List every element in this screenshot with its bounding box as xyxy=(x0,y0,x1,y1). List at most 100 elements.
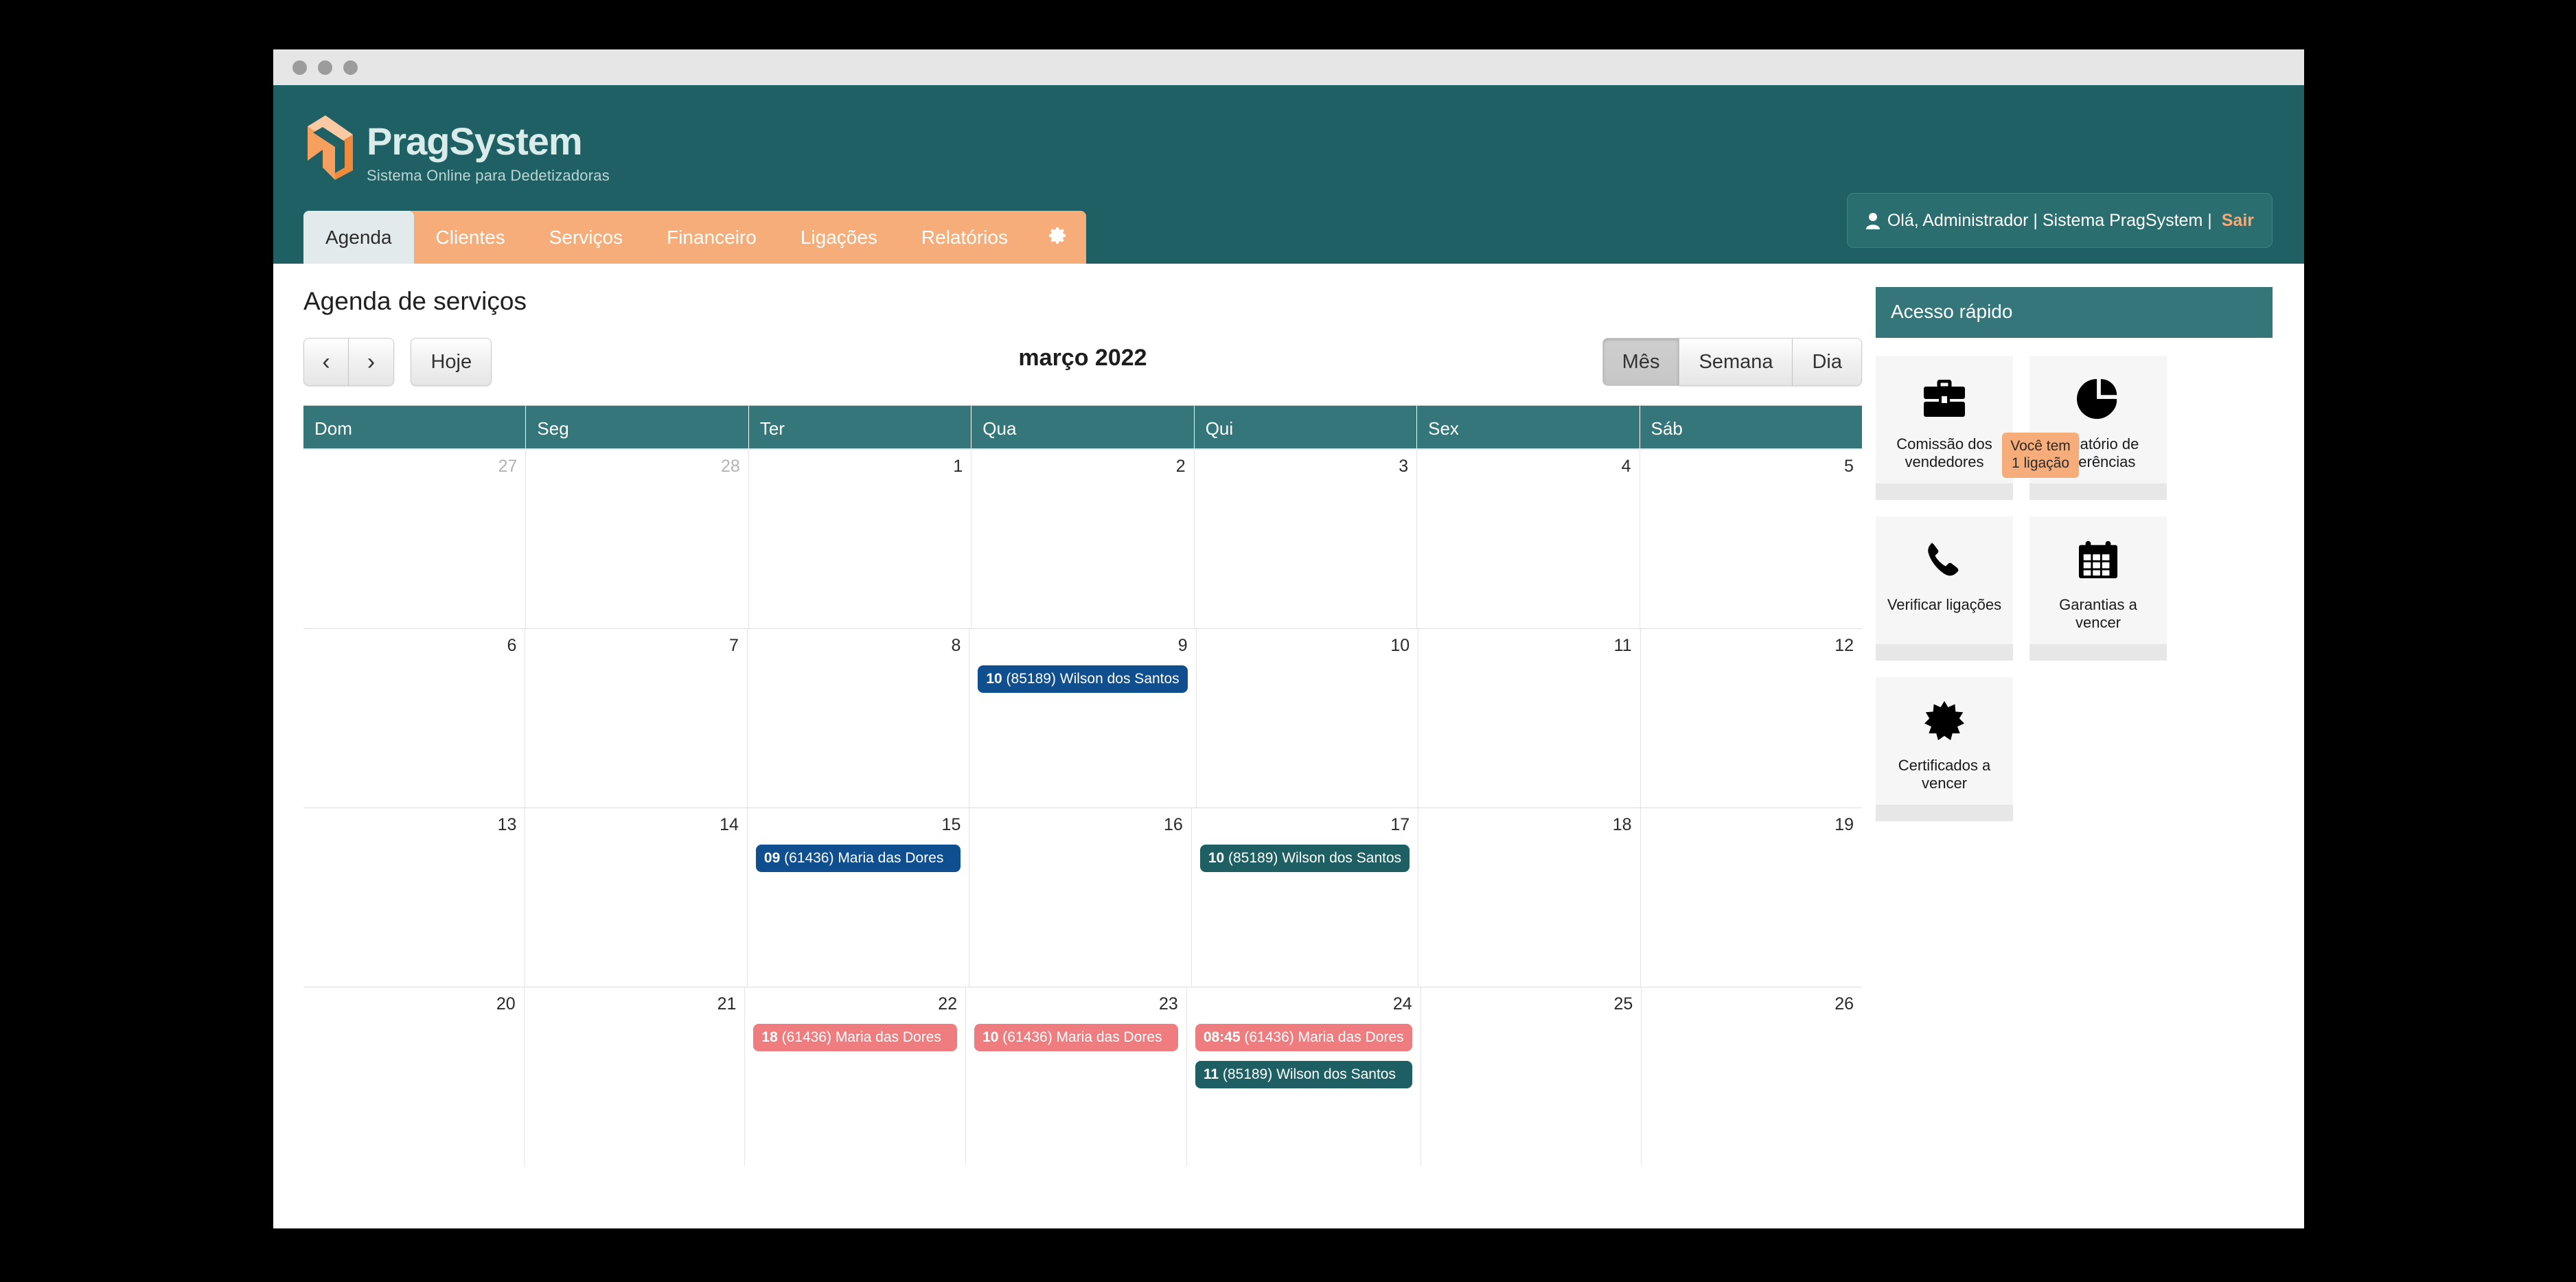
view-week-button[interactable]: Semana xyxy=(1679,338,1793,386)
calendar-day-number: 20 xyxy=(496,994,516,1014)
view-day-button[interactable]: Dia xyxy=(1793,338,1862,386)
today-button[interactable]: Hoje xyxy=(411,338,492,386)
calendar-event-label: (85189) Wilson dos Santos xyxy=(1224,850,1402,866)
weekday-sab: Sáb xyxy=(1639,406,1862,448)
calendar-day-cell[interactable]: 18 xyxy=(1418,808,1640,987)
calendar-day-cell[interactable]: 9 10 (85189) Wilson dos Santos xyxy=(969,629,1195,808)
calendar-day-cell[interactable]: 22 18 (61436) Maria das Dores xyxy=(744,987,965,1166)
quick-access-tile[interactable]: Verificar ligações xyxy=(1876,516,2013,661)
calendar-day-number: 6 xyxy=(507,636,517,655)
window-minimize-button[interactable] xyxy=(318,60,332,75)
next-month-button[interactable]: › xyxy=(349,338,394,386)
calendar-day-number: 22 xyxy=(938,994,958,1014)
calendar-day-cell[interactable]: 1 xyxy=(748,450,971,628)
calendar-event[interactable]: 10 (85189) Wilson dos Santos xyxy=(1199,845,1410,873)
calendar-day-cell[interactable]: 21 xyxy=(523,987,745,1166)
window-maximize-button[interactable] xyxy=(343,60,358,75)
calendar-event[interactable]: 10 (85189) Wilson dos Santos xyxy=(978,665,1188,694)
quick-access-tile[interactable]: Comissão dos vendedores xyxy=(1876,356,2013,500)
gear-icon xyxy=(1049,227,1067,248)
calendar-week-row: 27 28 1 2 3 4 5 xyxy=(303,448,1862,628)
calendar-day-cell[interactable]: 4 xyxy=(1416,450,1639,628)
browser-titlebar xyxy=(273,49,2304,85)
calendar-day-number: 4 xyxy=(1621,457,1631,476)
calendar-day-cell[interactable]: 27 xyxy=(303,450,525,628)
calendar-day-number: 14 xyxy=(720,815,739,834)
calendar-day-number: 11 xyxy=(1613,636,1632,655)
calendar-day-number: 1 xyxy=(953,457,963,476)
main-nav: Agenda Clientes Serviços Financeiro Liga… xyxy=(303,211,1086,264)
calendar-day-cell[interactable]: 16 xyxy=(969,808,1191,987)
calendar-day-cell[interactable]: 7 xyxy=(525,629,746,808)
calendar-day-cell[interactable]: 11 xyxy=(1418,629,1640,808)
quick-access-tile-label: Garantias a vencer xyxy=(2059,595,2137,631)
nav-item-servicos[interactable]: Serviços xyxy=(527,211,645,264)
calendar-day-cell[interactable]: 2 xyxy=(971,450,1193,628)
calendar-day-number: 25 xyxy=(1613,994,1633,1014)
quick-access-tile[interactable]: Relatório de referências xyxy=(2029,356,2167,500)
calendar-day-cell[interactable]: 19 xyxy=(1640,808,1862,987)
nav-label: Clientes xyxy=(435,226,505,248)
calendar-nav-group: ‹ › xyxy=(303,338,394,386)
calendar-day-cell[interactable]: 26 xyxy=(1641,987,1862,1166)
calendar-event[interactable]: 11 (85189) Wilson dos Santos xyxy=(1195,1061,1412,1089)
calendar-event-time: 10 xyxy=(1208,850,1225,866)
nav-label: Agenda xyxy=(325,226,392,248)
nav-item-ligacoes[interactable]: Ligações xyxy=(779,211,899,264)
nav-item-relatorios[interactable]: Relatórios xyxy=(899,211,1030,264)
quick-access-tile[interactable]: Certificados a vencer xyxy=(1876,676,2013,821)
agenda-panel: Agenda de serviços ‹ › Hoje março 2022 M… xyxy=(303,287,1862,1166)
calendar-day-cell[interactable]: 6 xyxy=(303,629,525,808)
prev-month-button[interactable]: ‹ xyxy=(303,338,349,386)
logout-link[interactable]: Sair xyxy=(2222,211,2254,231)
calendar-day-cell[interactable]: 24 08:45 (61436) Maria das Dores 11 (85189… xyxy=(1186,987,1421,1166)
calendar-day-cell[interactable]: 15 09 (61436) Maria das Dores xyxy=(746,808,969,987)
window-close-button[interactable] xyxy=(292,60,307,75)
calendar-weeks: 27 28 1 2 3 4 5 6 7 8 9 10 (85189) Wilson dos Santo… xyxy=(303,448,1862,1166)
calendar-day-cell[interactable]: 8 xyxy=(746,629,969,808)
calendar-day-number: 7 xyxy=(729,636,739,655)
quick-access-grid: Comissão dos vendedores Relatório de refe… xyxy=(1876,356,2273,821)
calendar-event-label: (85189) Wilson dos Santos xyxy=(1219,1066,1396,1083)
calendar-day-cell[interactable]: 17 10 (85189) Wilson dos Santos xyxy=(1191,808,1418,987)
calendar-event[interactable]: 09 (61436) Maria das Dores xyxy=(755,845,961,873)
calendar-day-cell[interactable]: 28 xyxy=(525,450,748,628)
calendar-day-cell[interactable]: 20 xyxy=(303,987,524,1166)
calendar-day-cell[interactable]: 5 xyxy=(1639,450,1862,628)
app-header: PragSystem Sistema Online para Dedetizad… xyxy=(273,85,2304,264)
calendar-day-cell[interactable]: 12 xyxy=(1640,629,1862,808)
calendar-event-time: 11 xyxy=(1203,1066,1219,1083)
calendar-icon xyxy=(2078,534,2119,585)
calendar-event-label: (61436) Maria das Dores xyxy=(1240,1029,1404,1045)
calendar-day-cell[interactable]: 10 xyxy=(1195,629,1418,808)
nav-item-clientes[interactable]: Clientes xyxy=(414,211,527,264)
page-body: Agenda de serviços ‹ › Hoje março 2022 M… xyxy=(273,264,2304,1228)
calendar-day-number: 26 xyxy=(1835,994,1854,1014)
brand-logo[interactable]: PragSystem Sistema Online para Dedetizad… xyxy=(303,114,610,186)
calendar-day-cell[interactable]: 13 xyxy=(303,808,525,987)
browser-window: PragSystem Sistema Online para Dedetizad… xyxy=(273,49,2304,1228)
calendar-day-number: 17 xyxy=(1390,815,1410,834)
nav-item-financeiro[interactable]: Financeiro xyxy=(645,211,779,264)
calendar-view-switch: Mês Semana Dia xyxy=(1602,338,1862,386)
calendar-event-time: 10 xyxy=(986,671,1002,687)
calendar-event-time: 08:45 xyxy=(1203,1029,1241,1045)
calendar-day-cell[interactable]: 14 xyxy=(525,808,746,987)
view-month-button[interactable]: Mês xyxy=(1602,338,1680,386)
nav-item-agenda[interactable]: Agenda xyxy=(303,211,414,264)
calendar-day-cell[interactable]: 25 xyxy=(1420,987,1642,1166)
calendar-event[interactable]: 18 (61436) Maria das Dores xyxy=(753,1024,958,1052)
quick-access-tile[interactable]: Garantias a vencer xyxy=(2029,516,2167,661)
nav-item-settings[interactable] xyxy=(1030,211,1086,264)
calendar-day-cell[interactable]: 23 10 (61436) Maria das Dores xyxy=(965,987,1186,1166)
calendar-week-row: 13 14 15 09 (61436) Maria das Dores 16 17 10 (… xyxy=(303,808,1862,987)
calendar-event[interactable]: 10 (61436) Maria das Dores xyxy=(974,1024,1178,1052)
calendar-day-number: 23 xyxy=(1159,994,1178,1014)
user-session-bar: Olá, Administrador | Sistema PragSystem … xyxy=(1846,193,2273,248)
calendar-day-number: 3 xyxy=(1399,457,1409,476)
calendar-event[interactable]: 08:45 (61436) Maria das Dores xyxy=(1195,1024,1412,1052)
calendar-day-cell[interactable]: 3 xyxy=(1193,450,1416,628)
calendar-event-label: (61436) Maria das Dores xyxy=(780,850,944,866)
nav-label: Relatórios xyxy=(921,226,1008,248)
quick-access-tile-label: Verificar ligações xyxy=(1887,595,2002,613)
